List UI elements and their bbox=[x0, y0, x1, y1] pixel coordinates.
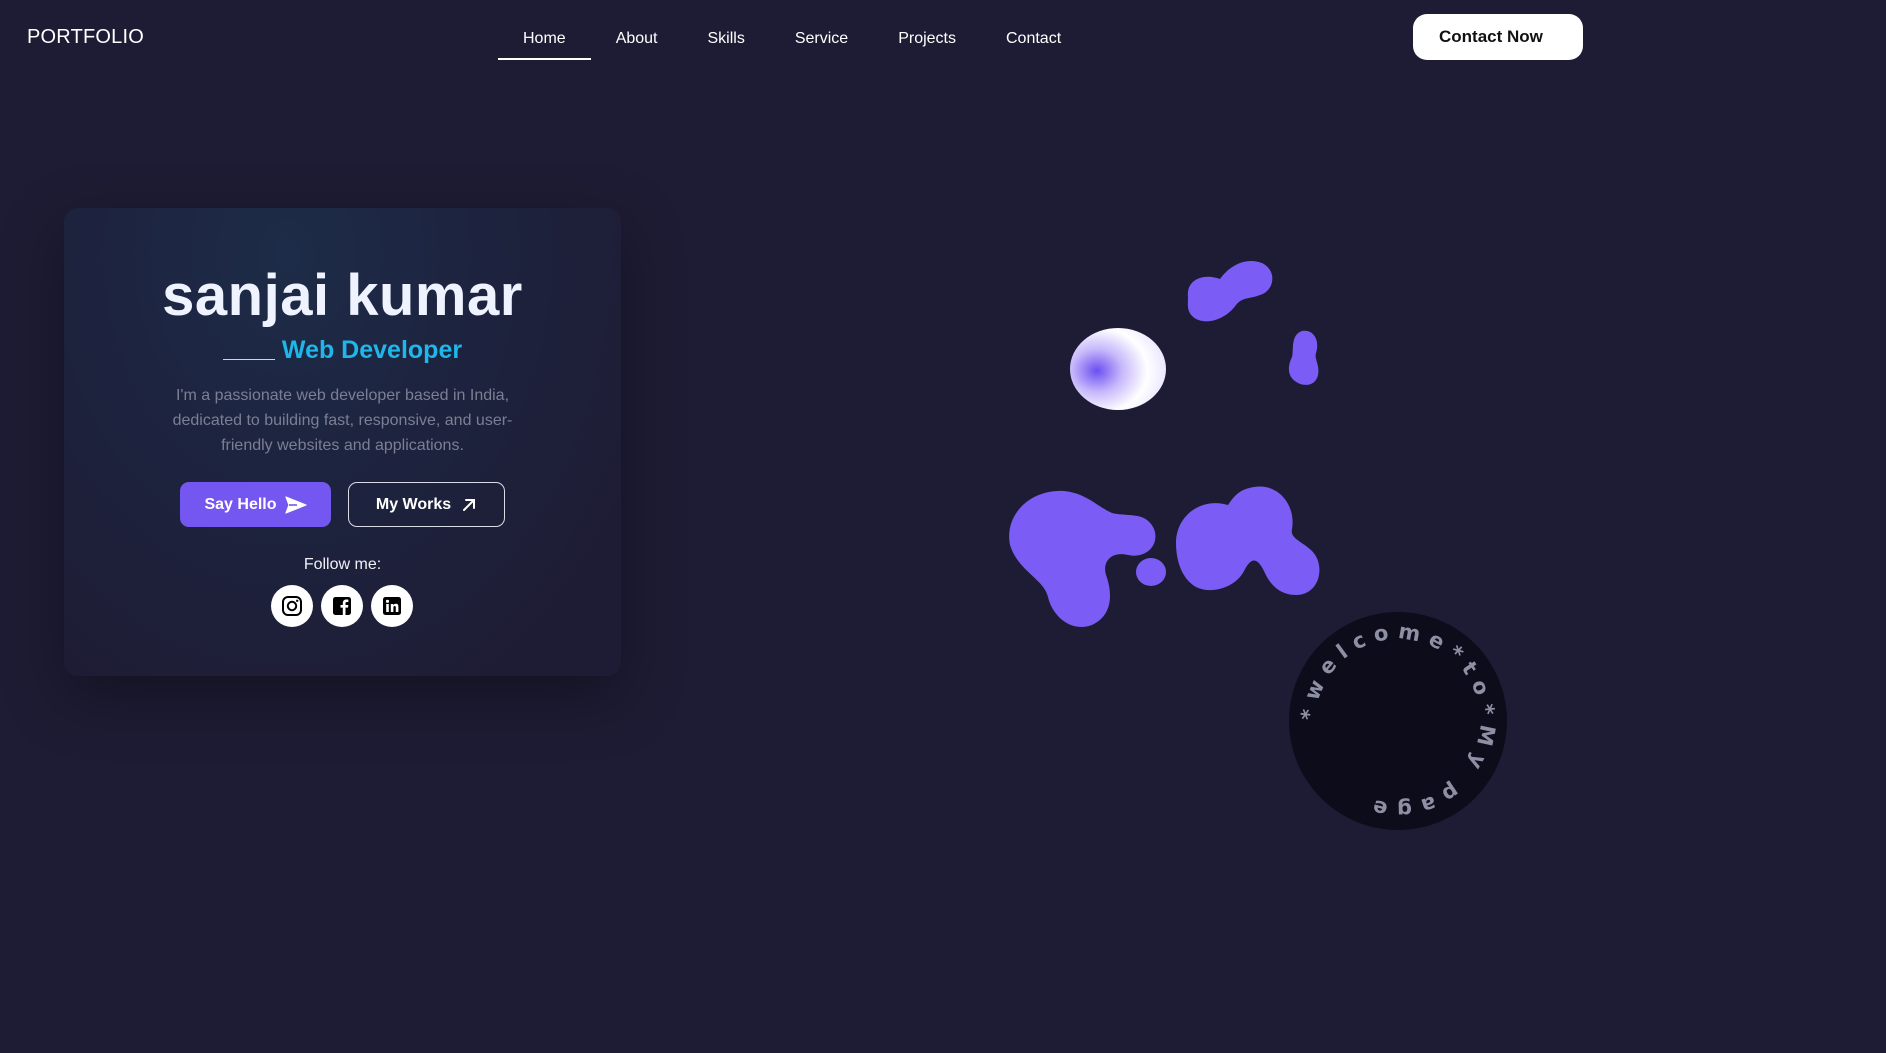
role-row: Web Developer bbox=[64, 336, 621, 365]
my-works-label: My Works bbox=[375, 495, 452, 513]
role-divider bbox=[222, 359, 275, 360]
site-logo[interactable]: PORTFOLIO bbox=[27, 26, 144, 49]
say-hello-label: Say Hello bbox=[204, 495, 277, 513]
blob-large-right bbox=[1176, 486, 1320, 595]
nav-skills[interactable]: Skills bbox=[708, 28, 745, 60]
nav-projects[interactable]: Projects bbox=[898, 28, 956, 60]
hero-name: sanjai kumar bbox=[162, 263, 523, 328]
contact-now-button[interactable]: Contact Now bbox=[1413, 14, 1583, 60]
decorative-blobs bbox=[1009, 260, 1320, 627]
nav-home[interactable]: Home bbox=[498, 28, 591, 60]
page: PORTFOLIO Home About Skills Service Proj… bbox=[0, 0, 1583, 875]
orb-blob bbox=[1070, 328, 1166, 410]
nav-contact[interactable]: Contact bbox=[1006, 28, 1061, 60]
social-links bbox=[271, 585, 413, 627]
hero-role: Web Developer bbox=[281, 336, 463, 364]
facebook-icon bbox=[333, 597, 351, 615]
arrow-up-right-icon bbox=[463, 498, 476, 511]
blob-dot bbox=[1136, 558, 1166, 586]
linkedin-icon bbox=[383, 597, 401, 615]
blob-top bbox=[1187, 260, 1273, 322]
nav-about[interactable]: About bbox=[616, 28, 658, 60]
linkedin-link[interactable] bbox=[371, 585, 413, 627]
instagram-icon bbox=[282, 596, 302, 616]
hero-card: sanjai kumar Web Developer I'm a passion… bbox=[64, 208, 621, 676]
nav-service[interactable]: Service bbox=[795, 28, 848, 60]
blob-small bbox=[1288, 330, 1319, 385]
main-nav: Home About Skills Service Projects Conta… bbox=[498, 28, 1111, 60]
send-icon bbox=[284, 495, 307, 514]
blob-large-left bbox=[1009, 490, 1156, 627]
facebook-link[interactable] bbox=[321, 585, 363, 627]
say-hello-button[interactable]: Say Hello bbox=[180, 482, 331, 527]
instagram-link[interactable] bbox=[271, 585, 313, 627]
follow-label: Follow me: bbox=[303, 556, 382, 573]
welcome-badge: *welcome*to*My page bbox=[1289, 612, 1507, 830]
hero-description: I'm a passionate web developer based in … bbox=[172, 387, 513, 454]
my-works-button[interactable]: My Works bbox=[348, 482, 505, 527]
